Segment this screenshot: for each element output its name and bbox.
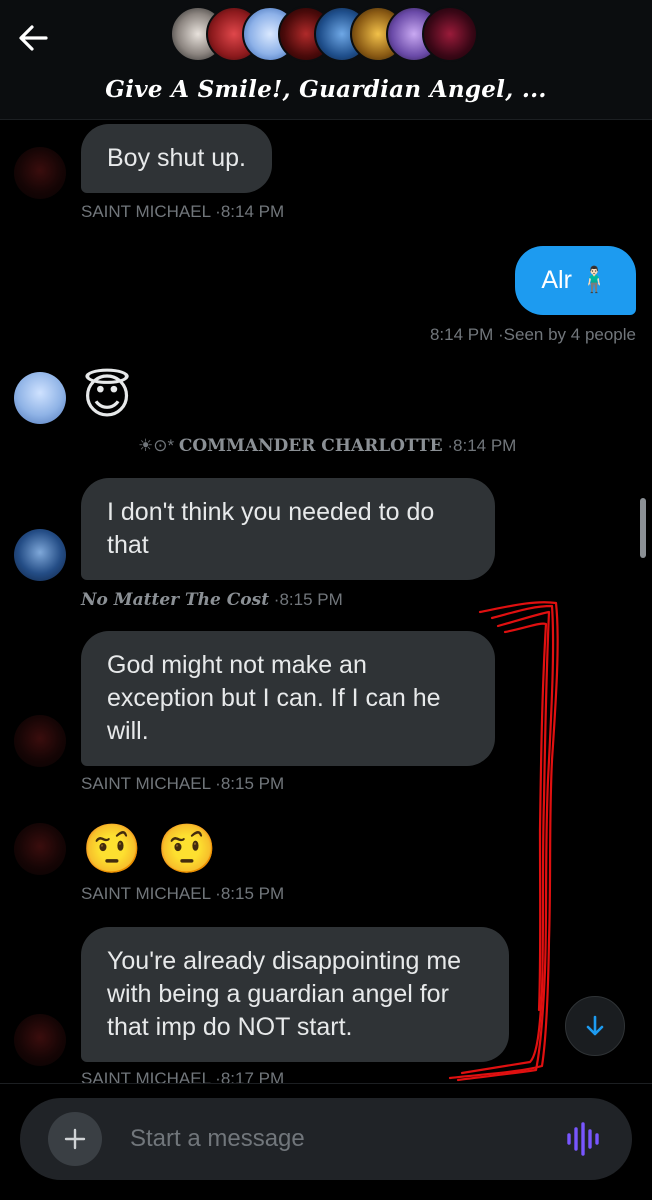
avatar-saint-michael[interactable] xyxy=(14,1014,66,1066)
scrollbar[interactable] xyxy=(640,498,646,558)
conversation-header: Give A Smile!, Guardian Angel, ... xyxy=(0,0,652,120)
message-bubble-outgoing[interactable]: Alr 🧍🏻‍♂️ xyxy=(515,246,636,315)
sender-name: COMMANDER CHARLOTTE xyxy=(178,436,443,456)
message-text: Boy shut up. xyxy=(107,144,246,172)
message-bubble[interactable]: You're already disappointing me with bei… xyxy=(81,927,509,1062)
timestamp: 8:17 PM xyxy=(220,1069,285,1083)
group-title[interactable]: Give A Smile!, Guardian Angel, ... xyxy=(0,76,652,103)
avatar-saint-michael[interactable] xyxy=(14,147,66,199)
back-button[interactable] xyxy=(14,20,54,56)
message-input[interactable] xyxy=(130,1098,550,1180)
message-meta: SAINT MICHAEL ·8:15 PM xyxy=(81,884,285,903)
composer-bar xyxy=(0,1083,652,1200)
arrow-down-icon xyxy=(586,1015,604,1036)
sender-name: SAINT MICHAEL xyxy=(81,884,211,903)
avatar-saint-michael[interactable] xyxy=(14,823,66,875)
group-avatar xyxy=(422,6,478,62)
back-arrow-icon xyxy=(19,25,48,51)
message-meta: SAINT MICHAEL ·8:14 PM xyxy=(81,202,285,221)
seen-status[interactable]: Seen by 4 people xyxy=(504,325,636,344)
message-bubble[interactable]: I don't think you needed to do that xyxy=(81,478,495,580)
add-media-button[interactable] xyxy=(48,1112,102,1166)
emoji-message[interactable]: 😇 xyxy=(82,369,132,425)
timestamp: 8:14 PM xyxy=(453,436,517,455)
sender-name: SAINT MICHAEL xyxy=(81,774,211,793)
timestamp: 8:15 PM xyxy=(279,590,343,609)
timestamp: 8:15 PM xyxy=(220,774,285,793)
sender-prefix: ☀︎⊙* xyxy=(138,436,175,455)
message-meta: SAINT MICHAEL ·8:17 PM xyxy=(81,1069,284,1083)
sender-name: SAINT MICHAEL xyxy=(81,1069,211,1083)
avatar-saint-michael[interactable] xyxy=(14,715,66,767)
jump-to-latest-button[interactable] xyxy=(565,996,625,1056)
message-text: You're already disappointing me with bei… xyxy=(107,947,462,1041)
plus-icon xyxy=(64,1128,86,1150)
message-meta: No Matter The Cost ·8:15 PM xyxy=(81,590,343,610)
sender-name: SAINT MICHAEL xyxy=(81,202,211,221)
message-meta: SAINT MICHAEL ·8:15 PM xyxy=(81,774,285,793)
message-meta: ☀︎⊙* COMMANDER CHARLOTTE ·8:14 PM xyxy=(138,436,517,456)
group-avatars[interactable] xyxy=(170,6,490,62)
avatar-commander-charlotte[interactable] xyxy=(14,372,66,424)
message-text: Alr 🧍🏻‍♂️ xyxy=(541,266,610,294)
message-bubble[interactable]: God might not make an exception but I ca… xyxy=(81,631,495,766)
sender-name: No Matter The Cost xyxy=(81,590,270,610)
timestamp: 8:14 PM xyxy=(220,202,285,221)
message-bubble[interactable]: Boy shut up. xyxy=(81,124,272,193)
message-text: God might not make an exception but I ca… xyxy=(107,651,441,745)
composer xyxy=(20,1098,632,1180)
message-list[interactable]: Boy shut up. SAINT MICHAEL ·8:14 PM Alr … xyxy=(0,121,652,1083)
message-text: I don't think you needed to do that xyxy=(107,498,435,559)
avatar-no-matter-the-cost[interactable] xyxy=(14,529,66,581)
timestamp: 8:14 PM xyxy=(429,325,494,344)
voice-wave-icon xyxy=(567,1122,599,1156)
timestamp: 8:15 PM xyxy=(220,884,285,903)
emoji-message[interactable]: 🤨 🤨 xyxy=(82,821,217,877)
message-meta: 8:14 PM ·Seen by 4 people xyxy=(429,325,636,344)
voice-message-button[interactable] xyxy=(564,1120,604,1158)
